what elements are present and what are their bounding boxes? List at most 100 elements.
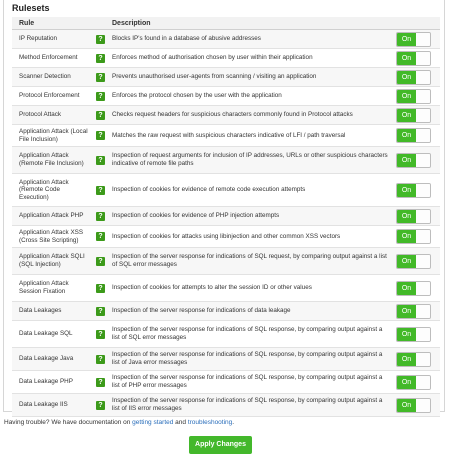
help-icon[interactable]: ?: [96, 232, 105, 241]
help-cell: ?: [92, 124, 109, 147]
help-icon[interactable]: ?: [96, 131, 105, 140]
help-icon[interactable]: ?: [96, 329, 105, 339]
rule-row: Protocol Enforcement? Enforces the protoc…: [12, 86, 440, 106]
rule-description: Inspection of the server response for in…: [109, 393, 394, 417]
toggle-cell: On: [394, 124, 440, 147]
rule-toggle-switch[interactable]: On: [396, 182, 431, 198]
toggle-cell: On: [394, 86, 440, 106]
help-cell: ?: [92, 370, 109, 394]
rule-toggle-switch[interactable]: On: [396, 88, 431, 104]
help-icon[interactable]: ?: [96, 72, 105, 82]
toggle-knob: [416, 183, 430, 197]
help-icon[interactable]: ?: [96, 400, 105, 410]
help-icon[interactable]: ?: [96, 53, 105, 63]
rulesets-table: Rule Description IP Reputation? Blocks IP…: [12, 17, 440, 417]
rule-toggle-switch[interactable]: On: [396, 107, 431, 123]
rule-name: Application Attack (Remote File Inclusio…: [12, 146, 92, 174]
help-icon[interactable]: ?: [96, 155, 105, 165]
rule-toggle-switch[interactable]: On: [396, 397, 431, 413]
help-cell: ?: [92, 274, 109, 302]
help-icon[interactable]: ?: [96, 354, 105, 364]
help-icon[interactable]: ?: [96, 185, 105, 195]
rule-row: Application Attack (Remote Code Executio…: [12, 173, 440, 207]
apply-changes-button[interactable]: Apply Changes: [189, 436, 252, 454]
toggle-on-label: On: [397, 70, 416, 84]
toggle-on-label: On: [397, 108, 416, 122]
rule-name: Application Attack Session Fixation: [12, 274, 92, 302]
help-icon[interactable]: ?: [96, 91, 105, 101]
rule-name: Application Attack XSS (Cross Site Scrip…: [12, 225, 92, 248]
rule-toggle-switch[interactable]: On: [396, 229, 431, 244]
toggle-cell: On: [394, 67, 440, 87]
toggle-on-label: On: [397, 153, 416, 167]
toggle-knob: [416, 209, 430, 223]
toggle-cell: On: [394, 247, 440, 275]
footer-text-prefix: Having trouble? We have documentation on: [4, 419, 133, 426]
toggle-cell: On: [394, 29, 440, 49]
rule-description: Inspection of the server response for in…: [109, 301, 394, 321]
rule-row: Application Attack XSS (Cross Site Scrip…: [12, 225, 440, 248]
rule-toggle-switch[interactable]: On: [396, 303, 431, 319]
toggle-knob: [416, 32, 430, 46]
rule-toggle-switch[interactable]: On: [396, 31, 431, 47]
rulesets-panel: Rulesets Rule Description IP Reputation?…: [3, 0, 445, 417]
rule-toggle-switch[interactable]: On: [396, 152, 431, 168]
toggle-on-label: On: [397, 32, 416, 46]
toggle-cell: On: [394, 301, 440, 321]
help-icon[interactable]: ?: [96, 256, 105, 266]
toggle-knob: [416, 70, 430, 84]
help-icon[interactable]: ?: [96, 211, 105, 221]
table-header-row: Rule Description: [12, 17, 440, 30]
footer-text-suffix: .: [232, 419, 235, 426]
toggle-cell: On: [394, 206, 440, 226]
column-header-toggle: [394, 17, 440, 30]
help-icon[interactable]: ?: [96, 110, 105, 120]
help-cell: ?: [92, 347, 109, 371]
rule-name: Data Leakage PHP: [12, 370, 92, 394]
rule-name: Method Enforcement: [12, 48, 92, 68]
rule-row: Protocol Attack? Checks request headers f…: [12, 105, 440, 125]
toggle-knob: [416, 230, 430, 243]
rule-name: Data Leakages: [12, 301, 92, 321]
rule-row: Data Leakage PHP? Inspection of the serve…: [12, 370, 440, 394]
rule-row: Method Enforcement? Enforces method of au…: [12, 48, 440, 68]
rule-toggle-switch[interactable]: On: [396, 128, 431, 143]
rule-row: Data Leakage IIS? Inspection of the serve…: [12, 393, 440, 417]
rule-description: Matches the raw request with suspicious …: [109, 124, 394, 147]
getting-started-link[interactable]: getting started: [132, 419, 173, 426]
rule-toggle-switch[interactable]: On: [396, 50, 431, 66]
help-cell: ?: [92, 301, 109, 321]
help-icon[interactable]: ?: [96, 34, 105, 44]
rule-description: Inspection of cookies for attempts to al…: [109, 274, 394, 302]
rule-toggle-switch[interactable]: On: [396, 69, 431, 85]
footer-text-middle: and: [173, 419, 188, 426]
toggle-knob: [416, 129, 430, 142]
rule-name: Data Leakage Java: [12, 347, 92, 371]
rule-toggle-switch[interactable]: On: [396, 326, 431, 342]
help-icon[interactable]: ?: [96, 306, 105, 316]
toggle-knob: [416, 153, 430, 167]
help-icon[interactable]: ?: [96, 377, 105, 387]
toggle-on-label: On: [397, 327, 416, 341]
toggle-cell: On: [394, 173, 440, 207]
toggle-cell: On: [394, 320, 440, 348]
rule-toggle-switch[interactable]: On: [396, 351, 431, 367]
rule-toggle-switch[interactable]: On: [396, 280, 431, 296]
rule-name: Application Attack (Local File Inclusion…: [12, 124, 92, 147]
toggle-cell: On: [394, 370, 440, 394]
column-header-help: [92, 17, 109, 30]
help-icon[interactable]: ?: [96, 283, 105, 293]
rule-toggle-switch[interactable]: On: [396, 374, 431, 390]
rule-description: Prevents unauthorised user-agents from s…: [109, 67, 394, 87]
rule-toggle-switch[interactable]: On: [396, 253, 431, 269]
rule-row: IP Reputation? Blocks IP's found in a dat…: [12, 29, 440, 49]
rule-row: Application Attack (Remote File Inclusio…: [12, 146, 440, 174]
toggle-on-label: On: [397, 398, 416, 412]
rule-description: Inspection of cookies for evidence of PH…: [109, 206, 394, 226]
rule-description: Enforces method of authorisation chosen …: [109, 48, 394, 68]
rule-name: IP Reputation: [12, 29, 92, 49]
help-cell: ?: [92, 247, 109, 275]
rule-row: Data Leakage SQL? Inspection of the serve…: [12, 320, 440, 348]
troubleshooting-link[interactable]: troubleshooting: [188, 419, 232, 426]
rule-toggle-switch[interactable]: On: [396, 208, 431, 224]
